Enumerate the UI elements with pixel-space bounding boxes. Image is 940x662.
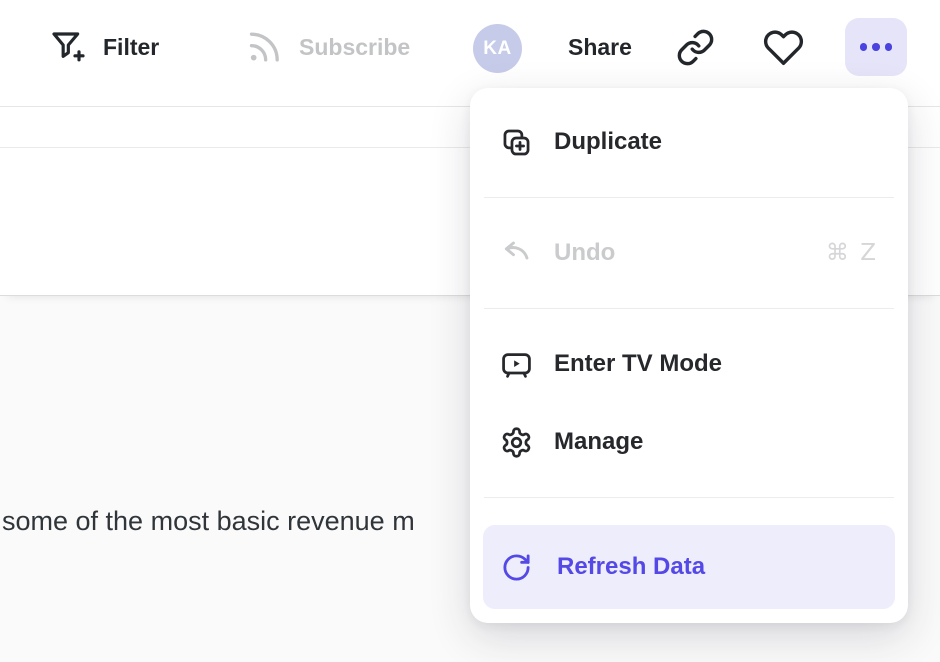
avatar[interactable]: KA [473,24,522,73]
refresh-icon [500,552,533,583]
duplicate-icon [500,126,533,159]
menu-item-label: Refresh Data [557,553,705,581]
menu-divider [484,497,894,498]
menu-item-duplicate[interactable]: Duplicate [470,114,908,170]
filter-plus-icon [48,27,88,67]
menu-item-label: Enter TV Mode [554,350,722,378]
rss-icon [244,27,284,67]
share-button[interactable]: Share [568,21,632,73]
undo-icon [500,237,533,270]
share-label: Share [568,34,632,61]
subscribe-button[interactable]: Subscribe [244,21,410,73]
undo-shortcut: ⌘ Z [826,240,878,266]
more-options-menu: Duplicate Undo ⌘ Z Enter TV M [470,88,908,623]
heart-icon [763,27,804,68]
menu-item-label: Manage [554,428,643,456]
more-options-button[interactable] [845,18,907,76]
ellipsis-icon [860,43,868,51]
copy-link-button[interactable] [676,21,715,73]
menu-item-refresh-data[interactable]: Refresh Data [483,525,895,609]
menu-item-manage[interactable]: Manage [470,414,908,470]
gear-icon [500,426,533,459]
avatar-initials: KA [483,38,511,60]
subscribe-label: Subscribe [299,34,410,61]
menu-item-label: Undo [554,239,615,267]
favorite-button[interactable] [763,21,804,73]
filter-label: Filter [103,34,159,61]
menu-item-undo[interactable]: Undo ⌘ Z [470,225,908,281]
menu-divider [484,308,894,309]
tv-mode-icon [500,348,533,381]
app-window: some of the most basic revenue m Filter … [0,0,940,662]
link-icon [676,28,715,67]
menu-item-label: Duplicate [554,128,662,156]
menu-item-enter-tv-mode[interactable]: Enter TV Mode [470,336,908,392]
menu-divider [484,197,894,198]
filter-button[interactable]: Filter [48,21,159,73]
